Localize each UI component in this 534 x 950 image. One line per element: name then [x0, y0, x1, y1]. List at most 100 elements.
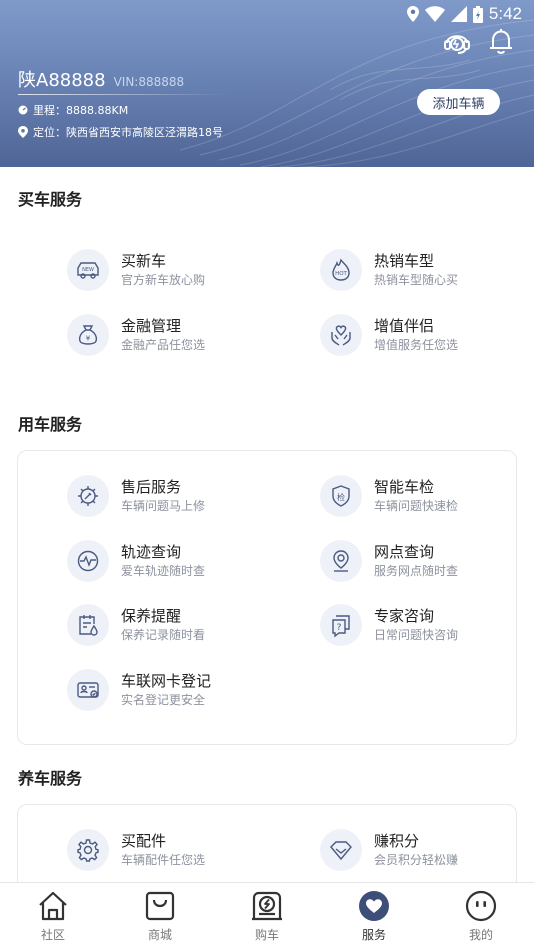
nav-label: 购车 — [254, 928, 279, 942]
car-purchase-icon — [252, 891, 282, 921]
status-time: 5:42 — [488, 4, 522, 23]
notification-bell-icon[interactable] — [486, 26, 516, 56]
nav-tab-service[interactable]: 服务 — [334, 889, 414, 943]
service-item-maintenance-reminder[interactable]: 保养提醒 保养记录随时看 — [67, 604, 205, 646]
service-title: 买配件 — [121, 831, 167, 850]
service-title: 专家咨询 — [374, 606, 435, 625]
nav-label: 服务 — [361, 928, 386, 942]
buy-services-card: NEW 买新车 官方新车放心购 HOT 热销车型 热销车型随心买 ¥ 金融管理 … — [17, 225, 517, 375]
service-title: 赚积分 — [374, 831, 420, 850]
nav-tab-community[interactable]: 社区 — [13, 889, 93, 943]
wifi-icon — [424, 6, 445, 22]
nav-tab-mine[interactable]: 我的 — [441, 889, 521, 943]
pulse-icon — [77, 550, 99, 572]
service-item-buy-parts[interactable]: 买配件 车辆配件任您选 — [67, 829, 205, 871]
shopping-bag-icon — [145, 891, 175, 921]
location-text: 定位：陕西省西安市高陵区泾渭路18号 — [33, 126, 223, 139]
battery-icon — [472, 5, 483, 23]
calendar-drop-icon — [79, 615, 98, 636]
money-bag-icon: ¥ — [78, 325, 98, 345]
service-subtitle: 实名登记更安全 — [121, 692, 206, 707]
nav-tab-mall[interactable]: 商城 — [120, 889, 200, 943]
question-chat-icon: ? — [332, 615, 350, 638]
hot-icon: HOT — [332, 258, 350, 281]
service-subtitle: 增值服务任您选 — [374, 337, 459, 352]
service-subtitle: 会员积分轻松赚 — [374, 852, 459, 867]
service-title: 增值伴侣 — [374, 316, 435, 335]
svg-text:NEW: NEW — [82, 267, 94, 273]
service-subtitle: 车辆问题马上修 — [121, 498, 206, 513]
header-actions — [442, 26, 516, 56]
id-card-icon — [77, 682, 99, 698]
status-bar: 5:42 — [406, 4, 522, 24]
service-item-expert-consult[interactable]: ? 专家咨询 日常问题快咨询 — [320, 604, 458, 646]
header-divider — [18, 94, 228, 95]
service-item-smart-inspection[interactable]: 检 智能车检 车辆问题快速检 — [320, 475, 458, 517]
mileage-text: 里程：8888.88KM — [33, 104, 129, 117]
service-title: 金融管理 — [121, 316, 182, 335]
service-item-after-sales[interactable]: 售后服务 车辆问题马上修 — [67, 475, 205, 517]
service-subtitle: 车辆配件任您选 — [121, 852, 206, 867]
new-car-icon: NEW — [77, 262, 99, 279]
nav-tab-buy-car[interactable]: 购车 — [227, 889, 307, 943]
use-services-card: 售后服务 车辆问题马上修 检 智能车检 车辆问题快速检 轨迹查询 爱车轨迹随时查… — [17, 450, 517, 745]
service-title: 买新车 — [121, 251, 167, 270]
service-item-sim-registration[interactable]: 车联网卡登记 实名登记更安全 — [67, 669, 211, 711]
location-row: 定位：陕西省西安市高陵区泾渭路18号 — [18, 124, 223, 140]
service-item-value-added[interactable]: 增值伴侣 增值服务任您选 — [320, 314, 458, 356]
use-section-title: 用车服务 — [18, 415, 83, 434]
service-item-dealer-query[interactable]: 网点查询 服务网点随时查 — [320, 540, 458, 582]
mileage-row: 里程：8888.88KM — [18, 102, 128, 118]
service-subtitle: 保养记录随时看 — [121, 627, 206, 642]
service-screen: 5:42 陕A88888 VIN:888888 里程：8888.88KM 定位：… — [0, 0, 534, 950]
service-title: 保养提醒 — [121, 606, 182, 625]
svg-text:检: 检 — [337, 492, 345, 502]
service-item-hot-models[interactable]: HOT 热销车型 热销车型随心买 — [320, 249, 458, 291]
service-title: 热销车型 — [374, 251, 435, 270]
speedometer-icon — [18, 105, 28, 115]
service-subtitle: 金融产品任您选 — [121, 337, 206, 352]
diamond-icon — [330, 841, 352, 861]
maintain-section-title: 养车服务 — [18, 769, 83, 788]
heart-service-icon — [359, 891, 389, 921]
service-subtitle: 爱车轨迹随时查 — [121, 563, 206, 578]
signal-icon — [450, 6, 467, 22]
vehicle-header: 5:42 陕A88888 VIN:888888 里程：8888.88KM 定位：… — [0, 0, 534, 167]
svg-text:HOT: HOT — [335, 271, 347, 277]
nav-label: 我的 — [468, 928, 493, 942]
location-pin-small-icon — [18, 126, 28, 138]
service-title: 轨迹查询 — [121, 542, 182, 561]
svg-text:¥: ¥ — [86, 335, 91, 343]
gear-wrench-icon — [78, 486, 98, 506]
service-subtitle: 服务网点随时查 — [374, 563, 459, 578]
vin-number: VIN:888888 — [113, 75, 185, 89]
location-status-icon — [406, 6, 419, 22]
bottom-navigation: 社区 商城 购车 服务 我的 — [0, 882, 534, 950]
service-subtitle: 车辆问题快速检 — [374, 498, 459, 513]
nav-label: 商城 — [147, 928, 172, 942]
buy-section-title: 买车服务 — [18, 190, 83, 209]
shield-check-icon: 检 — [332, 485, 350, 507]
service-subtitle: 日常问题快咨询 — [374, 627, 459, 642]
gear-icon — [77, 839, 99, 862]
service-item-buy-new-car[interactable]: NEW 买新车 官方新车放心购 — [67, 249, 205, 291]
svg-text:?: ? — [337, 623, 342, 633]
heart-hands-icon — [331, 325, 351, 346]
face-icon — [465, 890, 497, 922]
service-item-finance[interactable]: ¥ 金融管理 金融产品任您选 — [67, 314, 205, 356]
nav-label: 社区 — [40, 928, 65, 942]
customer-service-icon[interactable] — [442, 26, 472, 56]
vehicle-identity: 陕A88888 VIN:888888 — [18, 66, 184, 92]
service-title: 网点查询 — [374, 542, 435, 561]
service-item-track-query[interactable]: 轨迹查询 爱车轨迹随时查 — [67, 540, 205, 582]
service-title: 售后服务 — [121, 477, 182, 496]
service-subtitle: 官方新车放心购 — [121, 272, 206, 287]
add-vehicle-button[interactable]: 添加车辆 — [417, 89, 500, 115]
service-title: 智能车检 — [374, 477, 435, 496]
service-subtitle: 热销车型随心买 — [374, 272, 459, 287]
service-item-earn-points[interactable]: 赚积分 会员积分轻松赚 — [320, 829, 458, 871]
service-title: 车联网卡登记 — [121, 671, 212, 690]
license-plate: 陕A88888 — [18, 70, 106, 91]
location-pin-icon — [333, 550, 349, 572]
home-icon — [39, 891, 67, 921]
